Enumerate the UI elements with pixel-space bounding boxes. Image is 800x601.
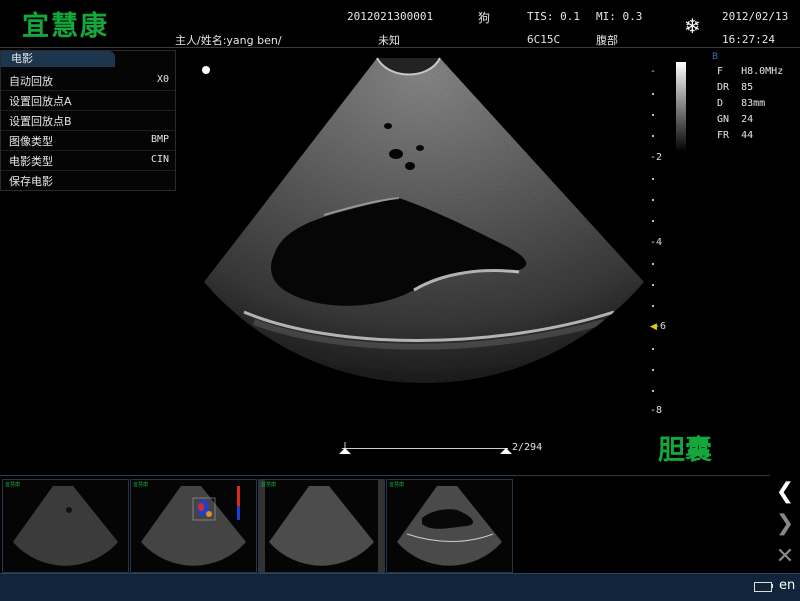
language-indicator[interactable]: en	[779, 578, 795, 593]
param-frame-rate: FR 44	[717, 130, 754, 141]
mode-indicator: B	[712, 52, 719, 62]
menu-item-label: 设置回放点B	[9, 115, 72, 128]
patient-id: 2012021300001	[347, 10, 434, 23]
depth-tick	[652, 369, 654, 371]
thumbnail-2[interactable]: 宜慧康	[130, 479, 257, 573]
depth-tick	[652, 305, 654, 307]
exam-region: 腹部	[596, 34, 618, 47]
depth-tick	[652, 348, 654, 350]
delete-thumbnail-button[interactable]: ✕	[770, 543, 800, 571]
thumbnail-logo: 宜慧康	[261, 482, 277, 488]
menu-item-label: 图像类型	[9, 135, 53, 148]
depth-tick	[652, 178, 654, 180]
menu-item-label: 保存电影	[9, 175, 53, 188]
freeze-icon[interactable]: ❄	[684, 14, 701, 38]
thumbnail-image	[397, 486, 502, 566]
thumbnail-1[interactable]: 宜慧康	[2, 479, 129, 573]
gender: 未知	[378, 34, 400, 47]
cine-menu: 电影 自动回放 X0 设置回放点A 设置回放点B 图像类型 BMP 电影类型 C…	[0, 50, 176, 191]
menu-item-save-cine[interactable]: 保存电影	[1, 171, 175, 190]
header-bar: 宜慧康 2012021300001 狗 TIS: 0.1 MI: 0.3 201…	[0, 0, 800, 48]
thumbnail-logo: 宜慧康	[389, 482, 405, 488]
depth-tick	[652, 135, 654, 137]
depth-tick	[652, 93, 654, 95]
menu-item-value: X0	[156, 74, 169, 85]
thumbnail-image	[141, 486, 246, 566]
thumbnail-image	[259, 480, 384, 572]
thumbnail-4[interactable]: 宜慧康	[386, 479, 513, 573]
cine-progress-markers[interactable]	[338, 442, 514, 454]
cine-frame-counter: 2/294	[512, 442, 543, 453]
depth-tick	[652, 199, 654, 201]
probe-model: 6C15C	[527, 33, 561, 46]
menu-item-label: 电影类型	[9, 155, 53, 168]
battery-icon	[754, 582, 772, 592]
menu-item-value: BMP	[150, 134, 169, 145]
status-bar	[0, 573, 800, 601]
header-divider	[0, 47, 800, 48]
battery-tip	[771, 584, 773, 588]
menu-item-value: CIN	[150, 154, 169, 165]
depth-label: -8	[650, 405, 663, 416]
thumbnail-image	[13, 486, 118, 566]
exam-date: 2012/02/13	[722, 10, 789, 23]
param-frequency: F H8.0MHz	[717, 66, 784, 77]
mi-value: MI: 0.3	[596, 10, 643, 23]
prev-page-button[interactable]: ❮	[770, 478, 800, 506]
menu-item-label: 设置回放点A	[9, 95, 72, 108]
menu-item-set-point-b[interactable]: 设置回放点B	[1, 111, 175, 131]
menu-item-auto-playback[interactable]: 自动回放 X0	[1, 71, 175, 91]
ultrasound-image[interactable]	[174, 50, 650, 475]
depth-label: -4	[650, 237, 663, 248]
cine-end-marker	[500, 448, 512, 454]
thumbnail-logo: 宜慧康	[5, 482, 21, 488]
thumbnail-strip: 宜慧康 宜慧康 宜慧康 宜慧康	[0, 475, 770, 574]
owner-name: 主人/姓名:yang ben/	[175, 34, 282, 47]
depth-tick	[652, 390, 654, 392]
next-page-button[interactable]: ❯	[770, 510, 800, 538]
menu-item-set-point-a[interactable]: 设置回放点A	[1, 91, 175, 111]
depth-tick	[652, 263, 654, 265]
depth-top: -	[650, 66, 657, 77]
param-dynamic-range: DR 85	[717, 82, 754, 93]
menu-item-image-type[interactable]: 图像类型 BMP	[1, 131, 175, 151]
body-mark-label: 胆囊	[658, 435, 712, 466]
depth-label: -2	[650, 152, 663, 163]
menu-item-cine-type[interactable]: 电影类型 CIN	[1, 151, 175, 171]
depth-tick	[652, 284, 654, 286]
thumbnail-3[interactable]: 宜慧康	[258, 479, 385, 573]
depth-tick	[652, 114, 654, 116]
cine-start-marker	[339, 448, 351, 454]
thumbnail-logo: 宜慧康	[133, 482, 149, 488]
species: 狗	[478, 11, 491, 25]
cine-menu-title: 电影	[1, 51, 115, 67]
param-depth: D 83mm	[717, 98, 766, 109]
grayscale-bar	[676, 62, 686, 152]
focus-marker-icon[interactable]: ◀	[650, 322, 657, 332]
tis-value: TIS: 0.1	[527, 10, 580, 23]
brand-logo: 宜慧康	[22, 11, 109, 42]
exam-time: 16:27:24	[722, 33, 775, 46]
menu-item-label: 自动回放	[9, 75, 53, 88]
depth-tick	[652, 220, 654, 222]
param-gain: GN 24	[717, 114, 754, 125]
